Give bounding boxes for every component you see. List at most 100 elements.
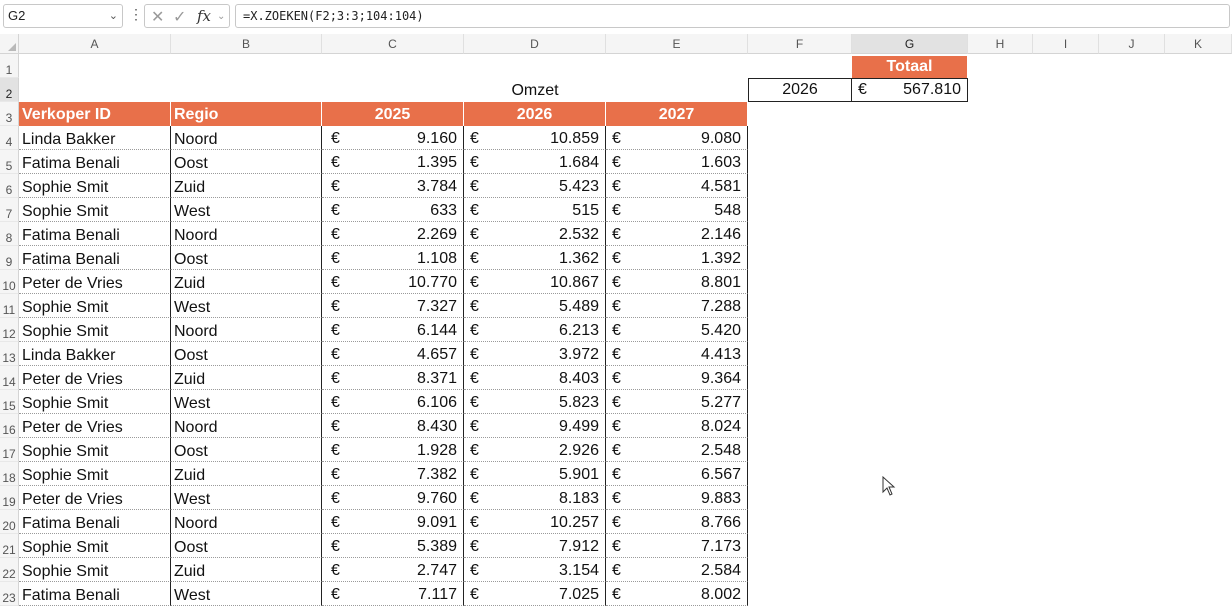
table-cell[interactable]: Zuid (171, 270, 322, 294)
row-header-19[interactable]: 19 (0, 486, 19, 510)
table-cell[interactable]: €7.173 (606, 534, 748, 558)
fx-icon[interactable]: fx (197, 7, 211, 25)
row-header-4[interactable]: 4 (0, 126, 19, 150)
table-cell[interactable]: Zuid (171, 558, 322, 582)
table-cell[interactable]: €9.080 (606, 126, 748, 150)
table-cell[interactable]: Peter de Vries (19, 486, 171, 510)
row-header-15[interactable]: 15 (0, 390, 19, 414)
table-cell[interactable]: €3.784 (322, 174, 464, 198)
column-header-e[interactable]: E (606, 34, 748, 54)
table-cell[interactable]: Noord (171, 318, 322, 342)
row-header-23[interactable]: 23 (0, 582, 19, 606)
row-header-13[interactable]: 13 (0, 342, 19, 366)
table-cell[interactable]: €1.392 (606, 246, 748, 270)
table-cell[interactable]: Sophie Smit (19, 318, 171, 342)
table-cell[interactable]: Noord (171, 222, 322, 246)
table-cell[interactable]: Noord (171, 414, 322, 438)
table-cell[interactable]: €2.584 (606, 558, 748, 582)
row-header-16[interactable]: 16 (0, 414, 19, 438)
chevron-down-icon[interactable]: ⌄ (217, 11, 225, 22)
table-cell[interactable]: Sophie Smit (19, 438, 171, 462)
row-header-17[interactable]: 17 (0, 438, 19, 462)
row-header-22[interactable]: 22 (0, 558, 19, 582)
table-cell[interactable]: Sophie Smit (19, 558, 171, 582)
row-header-5[interactable]: 5 (0, 150, 19, 174)
column-header-c[interactable]: C (322, 34, 464, 54)
table-cell[interactable]: €8.183 (464, 486, 606, 510)
table-cell[interactable]: Peter de Vries (19, 414, 171, 438)
table-cell[interactable]: €1.684 (464, 150, 606, 174)
table-cell[interactable]: €1.603 (606, 150, 748, 174)
table-cell[interactable]: €8.002 (606, 582, 748, 606)
table-cell[interactable]: €9.883 (606, 486, 748, 510)
row-header-1[interactable]: 1 (0, 54, 19, 78)
table-header-0[interactable]: Verkoper ID (19, 102, 170, 126)
table-cell[interactable]: €1.108 (322, 246, 464, 270)
table-cell[interactable]: €7.327 (322, 294, 464, 318)
column-header-f[interactable]: F (748, 34, 852, 54)
table-cell[interactable]: €9.091 (322, 510, 464, 534)
table-cell[interactable]: €9.160 (322, 126, 464, 150)
table-cell[interactable]: €2.532 (464, 222, 606, 246)
table-cell[interactable]: €633 (322, 198, 464, 222)
table-cell[interactable]: Zuid (171, 366, 322, 390)
table-cell[interactable]: Sophie Smit (19, 174, 171, 198)
table-cell[interactable]: West (171, 294, 322, 318)
table-cell[interactable]: €6.106 (322, 390, 464, 414)
table-cell[interactable]: €548 (606, 198, 748, 222)
row-header-20[interactable]: 20 (0, 510, 19, 534)
table-cell[interactable]: Fatima Benali (19, 150, 171, 174)
column-header-g[interactable]: G (852, 34, 968, 54)
table-cell[interactable]: €10.859 (464, 126, 606, 150)
column-header-j[interactable]: J (1099, 34, 1165, 54)
table-cell[interactable]: €5.420 (606, 318, 748, 342)
table-cell[interactable]: €10.867 (464, 270, 606, 294)
table-cell[interactable]: €1.928 (322, 438, 464, 462)
table-cell[interactable]: €2.747 (322, 558, 464, 582)
table-cell[interactable]: €5.389 (322, 534, 464, 558)
close-icon[interactable]: ✕ (151, 7, 164, 27)
table-cell[interactable]: €5.423 (464, 174, 606, 198)
table-cell[interactable]: West (171, 390, 322, 414)
row-header-6[interactable]: 6 (0, 174, 19, 198)
column-header-h[interactable]: H (968, 34, 1033, 54)
table-cell[interactable]: €2.146 (606, 222, 748, 246)
table-cell[interactable]: Fatima Benali (19, 582, 171, 606)
table-cell[interactable]: €1.395 (322, 150, 464, 174)
chevron-down-icon[interactable]: ⌄ (109, 5, 118, 27)
select-all-button[interactable] (0, 34, 19, 54)
table-cell[interactable]: €9.760 (322, 486, 464, 510)
total-result-cell[interactable]: €567.810 (852, 78, 968, 102)
table-cell[interactable]: Oost (171, 342, 322, 366)
table-cell[interactable]: €10.770 (322, 270, 464, 294)
table-cell[interactable]: Sophie Smit (19, 294, 171, 318)
table-cell[interactable]: €4.413 (606, 342, 748, 366)
table-cell[interactable]: €5.277 (606, 390, 748, 414)
table-cell[interactable]: €3.972 (464, 342, 606, 366)
table-cell[interactable]: €515 (464, 198, 606, 222)
table-cell[interactable]: Zuid (171, 174, 322, 198)
row-header-10[interactable]: 10 (0, 270, 19, 294)
table-cell[interactable]: Noord (171, 510, 322, 534)
table-cell[interactable]: Sophie Smit (19, 462, 171, 486)
table-cell[interactable]: Sophie Smit (19, 390, 171, 414)
table-cell[interactable]: €6.213 (464, 318, 606, 342)
table-cell[interactable]: West (171, 198, 322, 222)
table-cell[interactable]: West (171, 486, 322, 510)
table-cell[interactable]: €6.144 (322, 318, 464, 342)
table-cell[interactable]: Linda Bakker (19, 342, 171, 366)
row-header-9[interactable]: 9 (0, 246, 19, 270)
column-header-d[interactable]: D (464, 34, 606, 54)
row-header-18[interactable]: 18 (0, 462, 19, 486)
spreadsheet-grid[interactable]: ABCDEFGHIJK 1 2 3 4 5 6 7 8 9 10 11 12 13 14 15 16 17 18 1… (0, 34, 1232, 606)
table-cell[interactable]: €2.548 (606, 438, 748, 462)
table-cell[interactable]: €7.117 (322, 582, 464, 606)
table-cell[interactable]: €9.364 (606, 366, 748, 390)
column-header-i[interactable]: I (1033, 34, 1099, 54)
row-header-12[interactable]: 12 (0, 318, 19, 342)
totaal-header[interactable]: Totaal (852, 56, 967, 78)
table-cell[interactable]: Sophie Smit (19, 198, 171, 222)
row-header-8[interactable]: 8 (0, 222, 19, 246)
table-cell[interactable]: €3.154 (464, 558, 606, 582)
table-cell[interactable]: €2.926 (464, 438, 606, 462)
